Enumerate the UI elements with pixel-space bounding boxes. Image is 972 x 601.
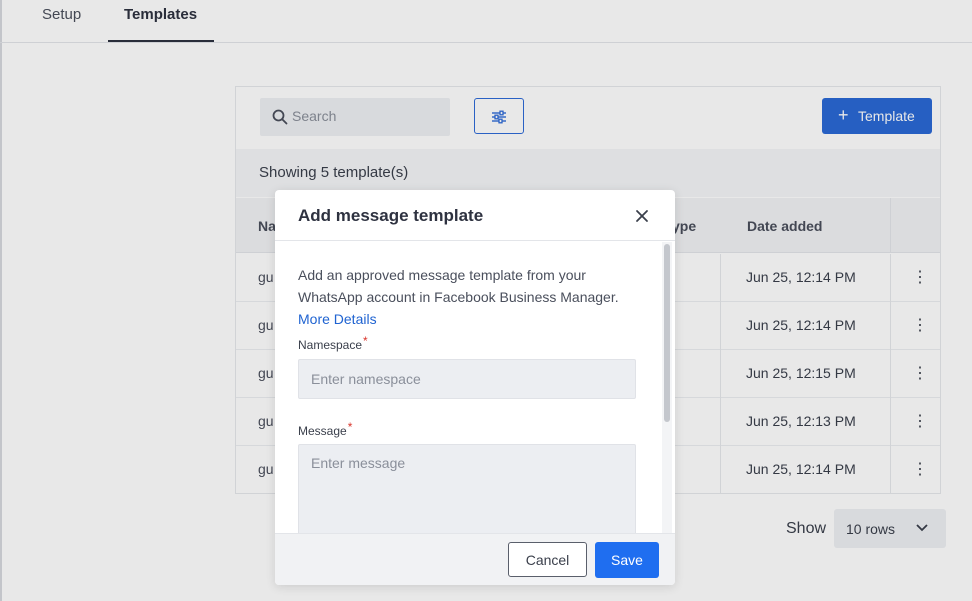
dialog-body: Add an approved message template from yo…	[275, 242, 675, 533]
dialog-footer: Cancel Save	[275, 533, 675, 585]
dialog-description: Add an approved message template from yo…	[298, 267, 619, 305]
message-input[interactable]	[298, 444, 636, 533]
dialog-title: Add message template	[298, 206, 484, 225]
more-details-link[interactable]: More Details	[298, 308, 377, 330]
message-label-text: Message	[298, 424, 347, 438]
dialog-header: Add message template	[275, 190, 675, 241]
cancel-button[interactable]: Cancel	[508, 542, 587, 577]
required-marker: *	[347, 420, 353, 434]
dialog-scrollbar-thumb[interactable]	[664, 244, 670, 422]
required-marker: *	[363, 334, 368, 348]
save-button[interactable]: Save	[595, 542, 659, 578]
close-icon[interactable]	[633, 207, 651, 225]
namespace-label: Namespace*	[298, 334, 368, 352]
add-message-template-dialog: Add message template Add an approved mes…	[275, 190, 675, 585]
message-label: Message*	[298, 420, 352, 438]
namespace-input[interactable]	[298, 359, 636, 399]
namespace-label-text: Namespace	[298, 338, 363, 352]
